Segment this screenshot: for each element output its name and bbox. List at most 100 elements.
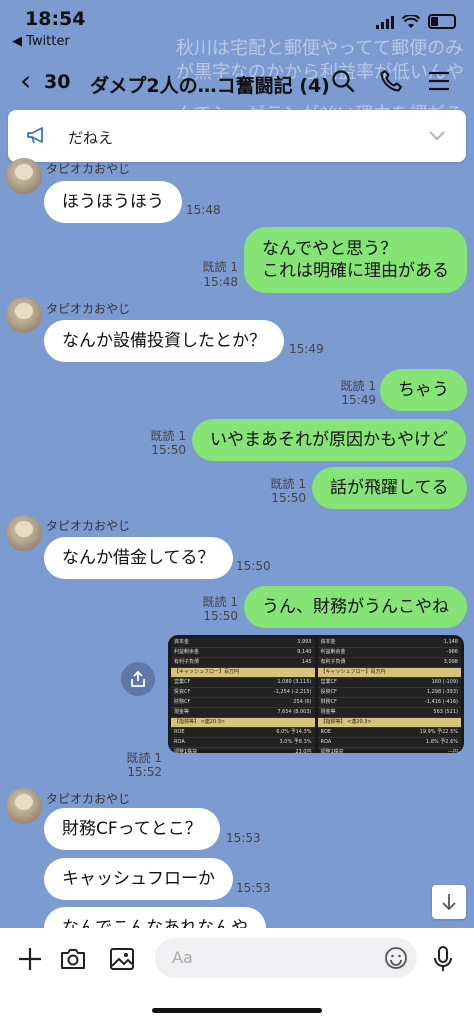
scroll-down-button[interactable] — [432, 885, 466, 919]
message-bubble[interactable]: なんか借金してる？ — [44, 537, 233, 579]
image-table-row: 【キャッシュフロー】百万円 — [317, 668, 461, 678]
image-table-label: ROE — [174, 729, 185, 735]
back-to-twitter-link[interactable]: ◀ Twitter — [12, 34, 70, 49]
read-receipt: 既読 1 — [340, 379, 376, 393]
image-table-label: 利益剰余金 — [320, 649, 346, 655]
avatar[interactable] — [6, 158, 42, 194]
share-icon[interactable] — [121, 662, 155, 696]
message-time: 15:50 — [203, 609, 238, 623]
image-table-row: ROE 19.9% 予22.5% — [317, 728, 461, 738]
image-table-row: 財務CF 254 (6) — [171, 698, 315, 708]
image-table-row: 現金等 563 (521) — [317, 708, 461, 718]
message-bubble[interactable]: ほうほうほう — [44, 181, 182, 223]
image-table-label: 資本金 — [320, 639, 336, 645]
message-bubble[interactable]: なんか設備投資したとか？ — [44, 320, 284, 362]
sender-name: タピオカおやじ — [46, 792, 131, 806]
image-table-value: 1.8% 予2.6% — [426, 739, 458, 745]
read-receipt: 既読 1 — [150, 429, 186, 443]
image-table-value: 23.0円 — [295, 749, 312, 753]
message-bubble[interactable]: ちゃう — [380, 369, 467, 411]
image-table-label: 【指標等】 <連20.3> — [174, 719, 226, 725]
announcement-text: だねえ — [68, 129, 114, 147]
image-table-value: 254 (6) — [293, 699, 312, 705]
image-table-label: 現金等 — [320, 709, 336, 715]
message-time: 15:50 — [151, 443, 186, 457]
image-table-label: 現金等 — [174, 709, 190, 715]
chat-header: ‹ 30 ダメプ2人の…コ奮闘記 (4) — [0, 54, 474, 108]
image-table-label: 調整1株益 — [320, 749, 344, 753]
camera-icon[interactable] — [58, 944, 88, 974]
image-table-value: 3,098 — [443, 659, 458, 665]
message-bubble[interactable]: なんでやと思う？ これは明確に理由がある — [244, 227, 467, 293]
shared-image[interactable]: 資本金 3,993 利益剰余金 9,140 有利子負債 145 【キャッシュフロー】百万円営… — [168, 635, 464, 753]
search-icon[interactable] — [328, 66, 358, 96]
image-table-row: 営業CF 1,080 (3,115) — [171, 678, 315, 688]
message-input-placeholder: Aa — [172, 948, 193, 967]
read-receipt: 既読 1 — [270, 477, 306, 491]
message-time: 15:49 — [341, 393, 376, 407]
image-table-row: 財務CF -1,416 (-416) — [317, 698, 461, 708]
image-table-row: 資本金 3,993 — [171, 638, 315, 648]
image-table-label: 【キャッシュフロー】百万円 — [320, 669, 386, 675]
message-bubble[interactable]: 話が飛躍してる — [312, 467, 467, 509]
image-table-label: 財務CF — [174, 699, 191, 705]
image-table-label: 財務CF — [320, 699, 337, 705]
chat-title[interactable]: ダメプ2人の…コ奮闘記 (4) — [90, 71, 330, 98]
sender-name: タピオカおやじ — [46, 302, 131, 316]
image-table-value: 7,654 (8,003) — [277, 709, 312, 715]
image-table-label: 【キャッシュフロー】百万円 — [174, 669, 240, 675]
signal-icon — [376, 15, 394, 29]
avatar[interactable] — [6, 297, 42, 333]
image-table-value: -986 — [446, 649, 458, 655]
message-input[interactable]: Aa — [155, 938, 417, 978]
image-table-row: 利益剰余金 -986 — [317, 648, 461, 658]
image-column-right: 資本金 1,148 利益剰余金 -986 有利子負債 3,098 【キャッシュフロー】百万円… — [317, 638, 461, 753]
image-table-row: 【指標等】 <連20.3> — [171, 718, 315, 728]
microphone-icon[interactable] — [428, 944, 458, 974]
plus-icon[interactable] — [15, 944, 45, 974]
image-table-row: 【キャッシュフロー】百万円 — [171, 668, 315, 678]
message-time: 15:48 — [203, 275, 238, 289]
emoji-icon[interactable] — [384, 946, 408, 974]
image-table-label: ROA — [320, 739, 332, 745]
avatar[interactable] — [6, 788, 42, 824]
image-table-value: 1,298 (-393) — [426, 689, 458, 695]
image-table-value: 19.9% 予22.5% — [419, 729, 458, 735]
message-bubble[interactable]: 財務CFってとこ？ — [44, 808, 220, 850]
image-table-row: 資本金 1,148 — [317, 638, 461, 648]
image-table-value: 160 (-109) — [431, 679, 458, 685]
message-time: 15:52 — [127, 765, 162, 779]
image-icon[interactable] — [107, 944, 137, 974]
message-bubble[interactable]: うん、財務がうんこやね — [244, 586, 467, 628]
image-table-value: 563 (521) — [433, 709, 458, 715]
message-time: 15:53 — [226, 831, 261, 845]
read-receipt: 既読 1 — [126, 751, 162, 765]
battery-icon — [428, 14, 456, 29]
image-table-label: 【指標等】 <連20.3> — [320, 719, 372, 725]
menu-icon[interactable] — [424, 66, 454, 96]
message-time: 15:50 — [271, 491, 306, 505]
announcement-banner[interactable]: だねえ — [8, 110, 466, 162]
image-table-value: 3,993 — [297, 639, 312, 645]
message-bubble[interactable]: いやまあそれが原因かもやけど — [192, 419, 466, 461]
image-table-row: 有利子負債 3,098 — [317, 658, 461, 668]
read-receipt: 既読 1 — [202, 595, 238, 609]
image-table-row: 【指標等】 <連20.3> — [317, 718, 461, 728]
message-time: 15:53 — [236, 881, 271, 895]
image-table-value: -1,416 (-416) — [425, 699, 458, 705]
status-icons — [376, 14, 456, 29]
status-time: 18:54 — [25, 8, 86, 30]
image-table-row: 現金等 7,654 (8,003) — [171, 708, 315, 718]
message-time: 15:50 — [236, 559, 271, 573]
image-table-label: 資本金 — [174, 639, 190, 645]
avatar[interactable] — [6, 515, 42, 551]
image-table-label: 調整1株益 — [174, 749, 198, 753]
image-table-value: —円 — [447, 749, 458, 753]
unread-count[interactable]: 30 — [44, 71, 70, 93]
message-bubble[interactable]: キャッシュフローか — [44, 858, 233, 900]
chevron-down-icon[interactable] — [428, 127, 446, 146]
image-table-label: 投資CF — [174, 689, 191, 695]
back-chevron-icon[interactable]: ‹ — [20, 64, 31, 97]
phone-icon[interactable] — [376, 66, 406, 96]
image-table-label: 有利子負債 — [320, 659, 346, 665]
